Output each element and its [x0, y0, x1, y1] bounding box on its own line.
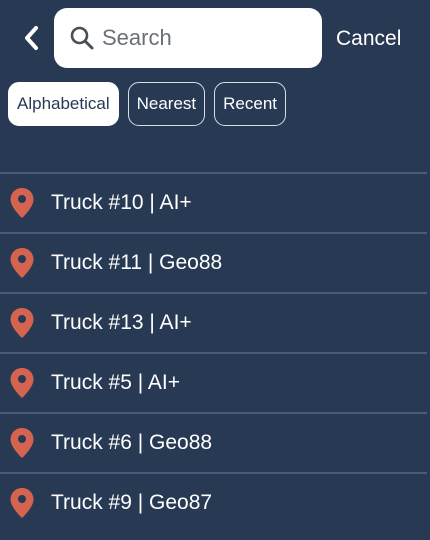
list-item-label: Truck #5 | AI+ [51, 370, 180, 394]
map-pin-icon [8, 307, 36, 339]
map-pin-icon [8, 187, 36, 219]
filter-recent-chip[interactable]: Recent [214, 82, 287, 126]
list-item[interactable]: Truck #9 | Geo87 [0, 474, 427, 533]
sort-filter-bar: Alphabetical Nearest Recent [8, 82, 287, 128]
search-header: Cancel [0, 0, 430, 76]
list-item[interactable]: Truck #6 | Geo88 [0, 414, 427, 473]
map-pin-icon [8, 367, 36, 399]
list-item[interactable]: Truck #5 | AI+ [0, 354, 427, 413]
search-box[interactable] [54, 8, 322, 68]
list-item-label: Truck #11 | Geo88 [51, 250, 223, 274]
list-item-label: Truck #9 | Geo87 [51, 490, 213, 514]
map-pin-icon [8, 487, 36, 519]
list-item[interactable]: Truck #10 | AI+ [0, 174, 427, 233]
list-item-label: Truck #6 | Geo88 [51, 430, 213, 454]
filter-alphabetical-chip[interactable]: Alphabetical [8, 82, 119, 126]
list-item-label: Truck #10 | AI+ [51, 190, 192, 214]
back-button[interactable] [12, 18, 52, 58]
map-pin-icon [8, 427, 36, 459]
map-pin-icon [8, 247, 36, 279]
list-item[interactable]: Truck #13 | AI+ [0, 294, 427, 353]
search-icon [68, 24, 96, 52]
search-input[interactable] [102, 25, 302, 51]
cancel-button[interactable]: Cancel [336, 24, 401, 54]
list-item-label: Truck #13 | AI+ [51, 310, 192, 334]
chevron-left-icon [25, 26, 38, 50]
filter-nearest-chip[interactable]: Nearest [127, 82, 206, 126]
list-item[interactable]: Truck #11 | Geo88 [0, 234, 427, 293]
vehicle-list: Truck #10 | AI+ Truck #11 | Geo88 Truck … [0, 172, 427, 532]
